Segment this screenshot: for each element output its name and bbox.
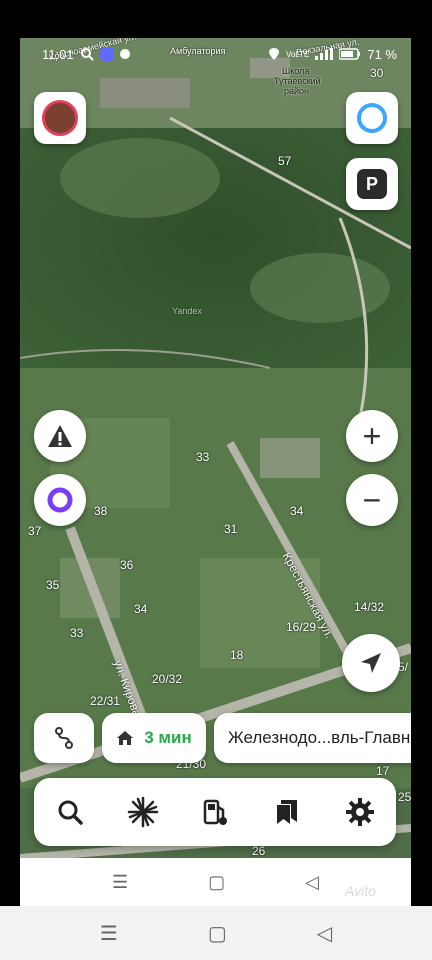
- top-bezel: [0, 0, 432, 38]
- house-number: 26: [252, 844, 266, 858]
- destination-button[interactable]: Железнодо...вль-Главн: [214, 713, 411, 763]
- search-button[interactable]: [48, 790, 92, 834]
- poi-label: район: [284, 86, 310, 96]
- profile-button[interactable]: [34, 92, 86, 144]
- house-number: 57: [278, 154, 292, 168]
- house-number: 33: [196, 450, 210, 464]
- phone-screen: Амбулатория Школа Тутаевский район 57 33…: [20, 38, 411, 906]
- avatar: [42, 100, 78, 136]
- home-eta: 3 мин: [144, 728, 192, 747]
- home-nav-button[interactable]: ▢: [208, 921, 227, 946]
- house-number: 37: [28, 524, 42, 538]
- menu-nav-button[interactable]: ☰: [100, 921, 118, 946]
- assistant-ring-icon: [357, 103, 387, 133]
- parking-button[interactable]: P: [346, 158, 398, 210]
- right-bezel: [411, 38, 432, 906]
- zoom-out-button[interactable]: −: [346, 474, 398, 526]
- fuel-button[interactable]: [193, 790, 237, 834]
- volte-indicator: VoLTE: [285, 49, 310, 59]
- battery-level: 71 %: [367, 46, 397, 62]
- house-number: 34: [290, 504, 304, 518]
- map-brand-watermark: Yandex: [172, 306, 202, 316]
- house-number: 31: [224, 522, 238, 536]
- warning-triangle-icon: [48, 425, 72, 447]
- parking-icon: P: [357, 169, 387, 199]
- outer-navigation-bar: ☰ ▢ ◁: [0, 906, 432, 960]
- house-number: 14/32: [354, 600, 385, 614]
- notification-icon: [99, 47, 114, 61]
- left-bezel: [0, 38, 20, 906]
- house-number: 17: [376, 764, 390, 778]
- house-number: 36: [120, 558, 134, 572]
- alice-icon: [47, 487, 73, 513]
- poi-label: Тутаевский: [274, 76, 321, 86]
- status-bar: 11:01 VoLTE 71 %: [20, 38, 411, 70]
- bookmarks-button[interactable]: [265, 790, 309, 834]
- quick-routes-bar: 3 мин Железнодо...вль-Главн: [34, 713, 411, 763]
- home-nav-button[interactable]: ▢: [208, 872, 225, 893]
- route-icon: [55, 727, 73, 749]
- destination-label: Железнодо...вль-Главн: [228, 728, 411, 747]
- house-number: 33: [70, 626, 84, 640]
- house-number: 35: [46, 578, 60, 592]
- weather-icon: [127, 796, 158, 828]
- search-status-icon: [80, 48, 94, 61]
- avito-watermark: Avito: [345, 883, 376, 899]
- clock: 11:01: [42, 46, 74, 62]
- home-route-button[interactable]: 3 мин: [102, 713, 206, 763]
- plus-icon: +: [362, 418, 382, 454]
- house-number: 18: [230, 648, 244, 662]
- minus-icon: −: [362, 482, 382, 518]
- house-number: 25: [398, 790, 411, 804]
- zoom-in-button[interactable]: +: [346, 410, 398, 462]
- menu-nav-button[interactable]: ☰: [112, 872, 128, 893]
- house-number: 34: [134, 602, 148, 616]
- home-icon: [117, 731, 134, 745]
- assistant-button[interactable]: [346, 92, 398, 144]
- notification-icon: [119, 49, 130, 59]
- bookmarks-icon: [277, 800, 298, 824]
- locate-me-button[interactable]: [342, 634, 400, 692]
- back-nav-button[interactable]: ◁: [317, 921, 332, 946]
- house-number: 16/29: [286, 620, 317, 634]
- road-alert-button[interactable]: [34, 410, 86, 462]
- alice-button[interactable]: [34, 474, 86, 526]
- location-status-icon: [268, 48, 279, 60]
- back-nav-button[interactable]: ◁: [305, 872, 319, 893]
- house-number: 38: [94, 504, 108, 518]
- house-number: 22/31: [90, 694, 121, 708]
- weather-button[interactable]: [121, 790, 165, 834]
- fuel-icon: [203, 799, 227, 825]
- search-icon: [58, 800, 83, 825]
- house-number: 20/32: [152, 672, 183, 686]
- signal-icon: [315, 48, 334, 60]
- locate-arrow-icon: [361, 653, 381, 673]
- route-button[interactable]: [34, 713, 94, 763]
- main-toolbar: [34, 778, 396, 846]
- settings-icon: [345, 798, 374, 826]
- settings-button[interactable]: [338, 790, 382, 834]
- battery-icon: [339, 48, 361, 60]
